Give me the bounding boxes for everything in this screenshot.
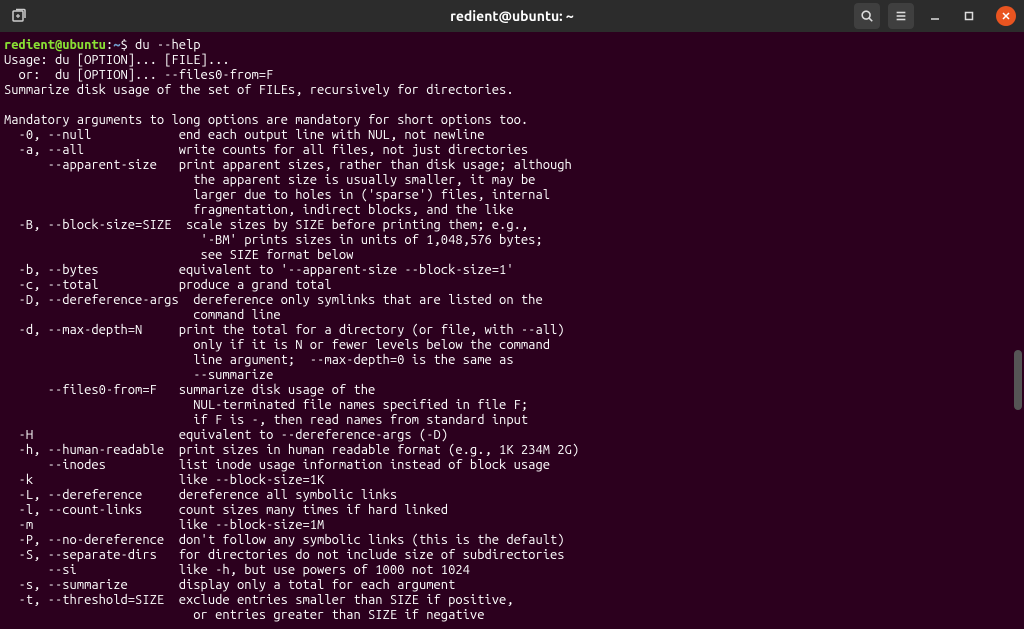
- window-title: redient@ubuntu: ~: [450, 8, 574, 24]
- titlebar-left: [8, 5, 30, 27]
- titlebar: redient@ubuntu: ~: [0, 0, 1024, 32]
- prompt-user-host: redient@ubuntu: [4, 38, 106, 52]
- maximize-button[interactable]: [956, 3, 982, 29]
- command-text: du --help: [135, 38, 201, 52]
- terminal-content[interactable]: redient@ubuntu:~$ du --help Usage: du [O…: [0, 32, 1024, 629]
- output-text: Usage: du [OPTION]... [FILE]... or: du […: [4, 53, 579, 622]
- prompt-dollar: $: [120, 38, 135, 52]
- scrollbar-thumb[interactable]: [1014, 350, 1022, 410]
- close-button[interactable]: [996, 6, 1016, 26]
- minimize-button[interactable]: [922, 3, 948, 29]
- new-tab-button[interactable]: [8, 5, 30, 27]
- menu-button[interactable]: [888, 3, 914, 29]
- titlebar-right: [854, 3, 1016, 29]
- search-button[interactable]: [854, 3, 880, 29]
